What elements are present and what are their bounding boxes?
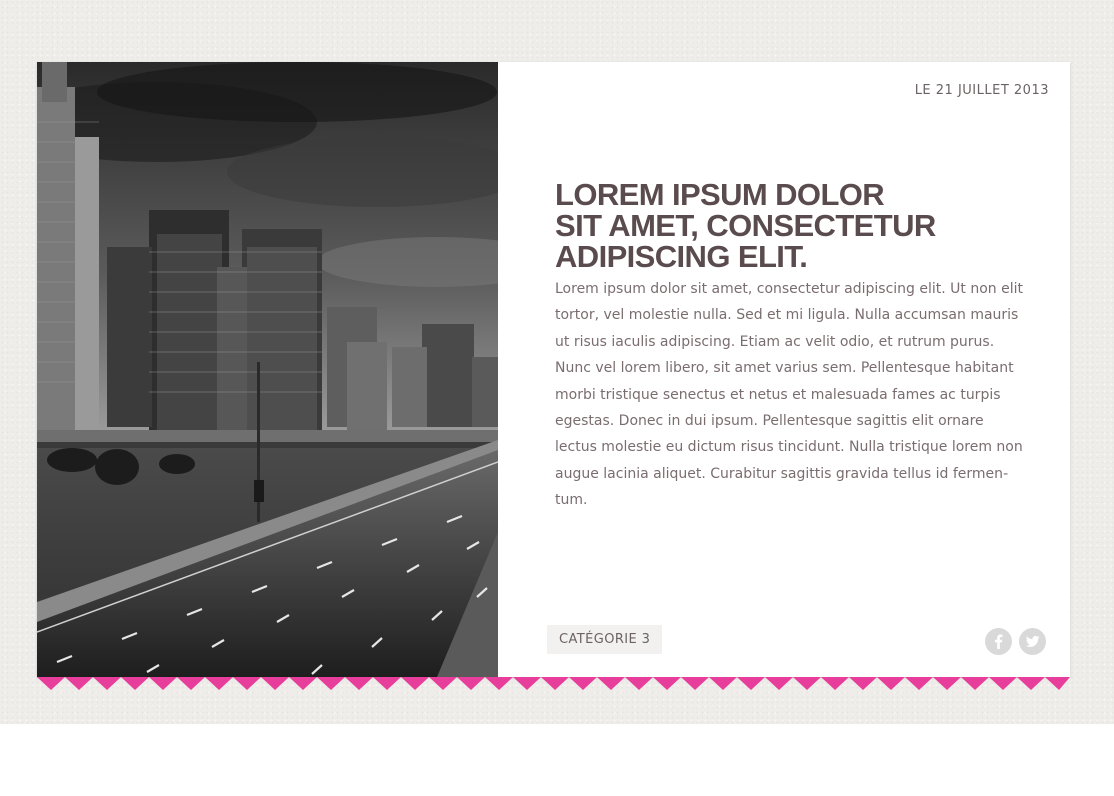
article-title-line-2: SIT AMET, CONSECTETUR xyxy=(555,208,936,243)
twitter-icon xyxy=(1025,635,1040,647)
facebook-share-button[interactable] xyxy=(985,628,1012,655)
article-title-line-3: ADIPISCING ELIT. xyxy=(555,239,808,274)
zigzag-border xyxy=(37,677,1070,690)
category-tag[interactable]: CATÉGORIE 3 xyxy=(547,625,663,654)
twitter-share-button[interactable] xyxy=(1019,628,1046,655)
facebook-icon xyxy=(994,634,1003,649)
article-title[interactable]: LOREM IPSUM DOLOR SIT AMET, CONSECTETUR … xyxy=(555,179,1025,272)
city-highway-image xyxy=(37,62,498,677)
article-body: Lorem ipsum dolor sit amet, consectetur … xyxy=(555,281,1024,509)
article-card: LE 21 JUILLET 2013 LOREM IPSUM DOLOR SIT… xyxy=(37,62,1070,677)
article-photo[interactable] xyxy=(37,62,498,677)
article-title-line-1: LOREM IPSUM DOLOR xyxy=(555,177,885,212)
article-date: LE 21 JUILLET 2013 xyxy=(914,83,1049,98)
